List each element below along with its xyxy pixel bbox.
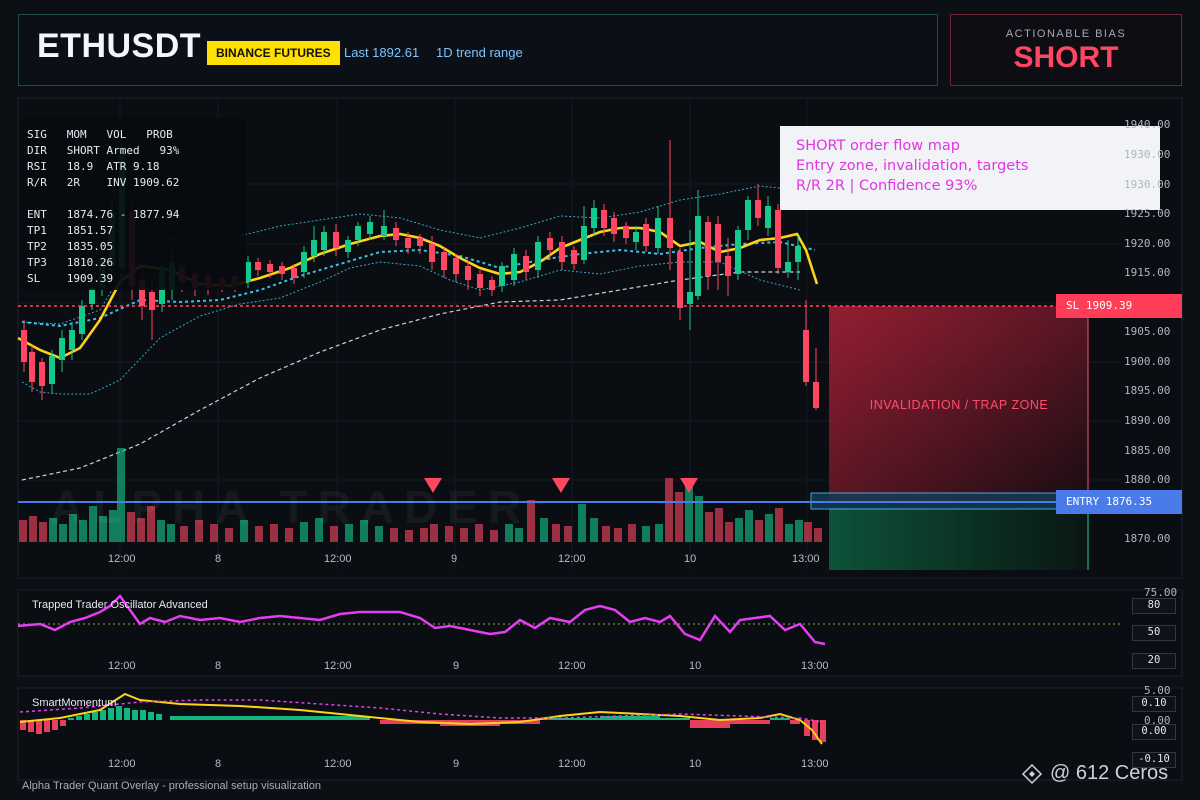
stats-row: R/R 2R INV 1909.62: [27, 176, 180, 189]
smartmomentum-title: SmartMomentum: [32, 697, 117, 709]
price-tick: 1930.00: [1124, 148, 1171, 161]
time-label: 8: [215, 553, 222, 565]
time-label: 8: [215, 660, 222, 672]
time-label: 13:00: [801, 758, 829, 770]
price-tick: 1930.00: [1124, 178, 1171, 191]
time-label: 12:00: [108, 758, 136, 770]
price-tick: 1915.00: [1124, 266, 1171, 279]
stats-row: SL 1909.39: [27, 272, 114, 285]
time-label: 9: [451, 553, 458, 565]
price-tick: 1905.00: [1124, 325, 1171, 338]
smartmomentum-frame: [17, 687, 1183, 781]
brand-watermark: @ 612 Ceros: [1050, 762, 1169, 784]
price-tick: 1880.00: [1124, 473, 1171, 486]
price-tick: 1890.00: [1124, 414, 1171, 427]
oscillator-title: Trapped Trader Oscillator Advanced: [32, 599, 208, 611]
time-label: 13:00: [801, 660, 829, 672]
time-label: 12:00: [108, 553, 136, 565]
smart-level: 0.10: [1132, 696, 1176, 712]
price-tick: 1870.00: [1124, 532, 1171, 545]
time-label: 12:00: [324, 553, 352, 565]
entry-price-tag[interactable]: ENTRY 1876.35: [1056, 490, 1182, 514]
osc-level-80: 80: [1132, 598, 1176, 614]
smart-level: 0.00: [1132, 724, 1176, 740]
price-tick: 1940.00: [1124, 118, 1171, 131]
stats-row: DIR SHORT Armed 93%: [27, 144, 180, 157]
osc-level-50: 50: [1132, 625, 1176, 641]
stats-row: TP3 1810.26: [27, 256, 114, 269]
trap-zone-label: INVALIDATION / TRAP ZONE: [869, 398, 1049, 412]
price-tick: 1925.00: [1124, 207, 1171, 220]
order-flow-note: SHORT order flow map Entry zone, invalid…: [780, 126, 1160, 210]
time-label: 9: [453, 758, 460, 770]
time-label: 10: [689, 660, 702, 672]
target-zone: [829, 508, 1088, 570]
time-label: 8: [215, 758, 222, 770]
time-label: 10: [689, 758, 702, 770]
time-label: 12:00: [558, 553, 586, 565]
price-tick: 1885.00: [1124, 444, 1171, 457]
time-label: 12:00: [558, 660, 586, 672]
osc-level-20: 20: [1132, 653, 1176, 669]
note-line: Entry zone, invalidation, targets: [796, 158, 1029, 174]
stats-row: SIG MOM VOL PROB: [27, 128, 173, 141]
sl-price-tag[interactable]: SL 1909.39: [1056, 294, 1182, 318]
price-tick: 1895.00: [1124, 384, 1171, 397]
stats-row: TP2 1835.05: [27, 240, 114, 253]
time-label: 9: [453, 660, 460, 672]
note-line: SHORT order flow map: [796, 138, 960, 154]
time-label: 12:00: [324, 660, 352, 672]
stats-row: ENT 1874.76 - 1877.94: [27, 208, 180, 221]
footer-caption: Alpha Trader Quant Overlay - professiona…: [22, 780, 321, 792]
note-line: R/R 2R | Confidence 93%: [796, 178, 978, 194]
watermark: ALPHA TRADER: [50, 481, 532, 533]
stats-panel: SIG MOM VOL PROB DIR SHORT Armed 93% RSI…: [20, 118, 246, 290]
time-label: 13:00: [792, 553, 820, 565]
time-label: 12:00: [108, 660, 136, 672]
time-label: 12:00: [324, 758, 352, 770]
price-tick: 1920.00: [1124, 237, 1171, 250]
price-tick: 1900.00: [1124, 355, 1171, 368]
time-label: 10: [684, 553, 697, 565]
time-label: 12:00: [558, 758, 586, 770]
stats-row: RSI 18.9 ATR 9.18: [27, 160, 160, 173]
stats-row: TP1 1851.57: [27, 224, 114, 237]
